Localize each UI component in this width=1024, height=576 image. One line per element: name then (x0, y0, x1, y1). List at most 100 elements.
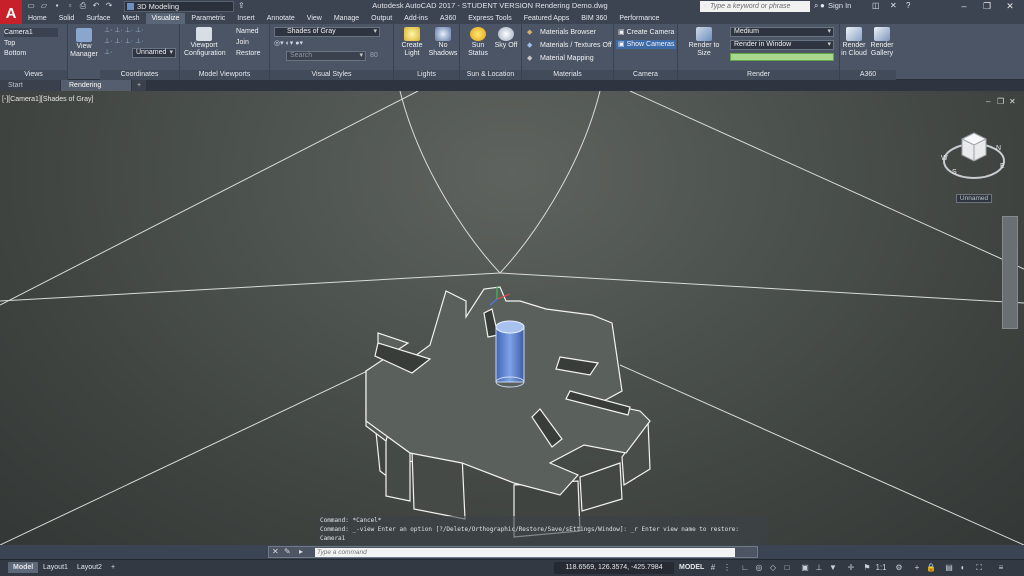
ribbon-tab-home[interactable]: Home (22, 13, 53, 24)
3dosnap-icon[interactable]: ▣ (800, 563, 810, 573)
ribbon-tab-annotate[interactable]: Annotate (261, 13, 301, 24)
drawing-viewport[interactable]: W E S N (0, 91, 1024, 545)
visual-style-search[interactable]: Search (286, 51, 366, 61)
sun-status-button[interactable]: Sun Status (464, 27, 492, 58)
open-icon[interactable]: ▱ (39, 1, 49, 11)
saveas-icon[interactable]: ▫ (65, 1, 75, 11)
create-camera-button[interactable]: ▣ Create Camera (618, 28, 674, 37)
cart-icon[interactable]: ◫ (872, 1, 880, 10)
close-command-icon[interactable]: ✕ (272, 547, 279, 556)
help-icon[interactable]: ? (906, 1, 910, 10)
show-cameras-button[interactable]: ▣ Show Cameras (616, 40, 677, 49)
ribbon-tab-performance[interactable]: Performance (613, 13, 665, 24)
hardware-acceleration-icon[interactable]: ▤ (944, 563, 954, 573)
command-input[interactable] (315, 548, 735, 557)
workspace-switcher[interactable]: 3D Modeling (124, 1, 234, 12)
ribbon-tab-parametric[interactable]: Parametric (185, 13, 231, 24)
ucs-dropdown[interactable]: Unnamed (132, 48, 176, 58)
material-mapping-dropdown[interactable]: Material Mapping (540, 54, 594, 63)
coordinates-readout[interactable]: 118.6569, 126.3574, -425.7984 (554, 562, 674, 574)
model-layout-tab[interactable]: Model (8, 562, 39, 573)
ribbon-tab-insert[interactable]: Insert (231, 13, 261, 24)
ribbon-tab-visualize[interactable]: Visualize (145, 13, 186, 24)
view-item-top[interactable]: Top (4, 39, 15, 48)
isodraft-icon[interactable]: ◇ (768, 563, 778, 573)
redo-icon[interactable]: ↷ (104, 1, 114, 11)
selection-filter-icon[interactable]: ▼ (828, 563, 838, 573)
new-icon[interactable]: ▭ (26, 1, 36, 11)
ribbon-tab-surface[interactable]: Surface (80, 13, 116, 24)
view-item-camera1[interactable]: Camera1 (4, 28, 58, 37)
model-space-button[interactable]: MODEL (674, 562, 709, 573)
ucs-icons-row-2[interactable]: ⊥· ⊥· ⊥· ⊥· (104, 37, 144, 46)
ribbon-tab-view[interactable]: View (301, 13, 328, 24)
render-exposure-slider[interactable] (730, 53, 834, 61)
file-tab-rendering-demo[interactable]: Rendering Demo* (61, 80, 131, 100)
search-input[interactable]: Type a keyword or phrase (700, 1, 810, 12)
search-go-icon[interactable]: ⌕ (814, 1, 818, 11)
layout1-tab[interactable]: Layout1 (38, 562, 73, 573)
file-tab-start[interactable]: Start (0, 80, 60, 91)
plot-icon[interactable]: ⎙ (78, 1, 88, 11)
maximize-button[interactable]: ❐ (975, 0, 999, 13)
navigation-bar[interactable] (1002, 216, 1018, 329)
ribbon-tab-express-tools[interactable]: Express Tools (462, 13, 517, 24)
viewcube-n[interactable]: N (996, 145, 1001, 152)
minimize-button[interactable]: – (952, 0, 976, 13)
add-layout-button[interactable]: + (106, 562, 120, 573)
exchange-icon[interactable]: ✕ (890, 1, 897, 10)
close-button[interactable]: ✕ (998, 0, 1022, 13)
layout2-tab[interactable]: Layout2 (72, 562, 107, 573)
undo-icon[interactable]: ↶ (91, 1, 101, 11)
viewport-close-icon[interactable]: ✕ (1009, 97, 1016, 106)
ribbon-tab-featured-apps[interactable]: Featured Apps (518, 13, 576, 24)
render-target-dropdown[interactable]: Render in Window (730, 40, 834, 50)
osnap-icon[interactable]: □ (782, 563, 792, 573)
lock-icon[interactable]: 🔒 (926, 563, 936, 573)
materials-browser-button[interactable]: Materials Browser (540, 28, 596, 37)
ribbon-tab-solid[interactable]: Solid (53, 13, 81, 24)
viewcube[interactable]: W E S N (940, 131, 1008, 183)
workspace-gear-icon[interactable]: ⚙ (894, 563, 904, 573)
dynamic-ucs-icon[interactable]: ⊥ (814, 563, 824, 573)
restore-button[interactable]: Restore (236, 49, 261, 58)
polar-icon[interactable]: ◎ (754, 563, 764, 573)
save-icon[interactable]: ▪ (52, 1, 62, 11)
wcs-menu[interactable]: Unnamed (956, 194, 992, 203)
viewport-minimize-icon[interactable]: – (986, 97, 990, 106)
clean-screen-icon[interactable]: ⛶ (974, 563, 984, 573)
viewcube-s[interactable]: S (952, 169, 957, 176)
no-shadows-button[interactable]: No Shadows (428, 27, 458, 58)
named-button[interactable]: Named (236, 27, 259, 36)
ribbon-tab-a360[interactable]: A360 (434, 13, 462, 24)
render-gallery-button[interactable]: Render Gallery (868, 27, 896, 58)
gizmo-icon[interactable]: ✛ (846, 563, 856, 573)
customization-menu-icon[interactable]: ≡ (996, 563, 1006, 573)
recent-commands-icon[interactable]: ▸ (299, 547, 303, 556)
viewcube-w[interactable]: W (941, 155, 948, 162)
render-in-cloud-button[interactable]: Render in Cloud (840, 27, 868, 58)
viewcube-e[interactable]: E (1000, 163, 1005, 170)
view-manager-button[interactable]: View Manager (70, 28, 98, 59)
render-to-size-button[interactable]: Render to Size (682, 27, 726, 58)
share-icon[interactable]: ⇪ (238, 1, 245, 10)
ribbon-tab-mesh[interactable]: Mesh (116, 13, 145, 24)
join-button[interactable]: Join (236, 38, 249, 47)
ribbon-tab-output[interactable]: Output (365, 13, 398, 24)
viewport-controls-label[interactable]: [-][Camera1][Shades of Gray] (2, 96, 93, 103)
annotation-visibility-icon[interactable]: ⚑ (862, 563, 872, 573)
create-light-button[interactable]: Create Light (398, 27, 426, 58)
view-item-bottom[interactable]: Bottom (4, 49, 26, 58)
snap-icon[interactable]: ⋮ (722, 563, 732, 573)
viewport-restore-icon[interactable]: ❐ (997, 97, 1004, 106)
sky-off-button[interactable]: Sky Off (492, 27, 520, 50)
plus-icon[interactable]: + (912, 563, 922, 573)
ucs-icon[interactable]: ⊥· (104, 48, 112, 57)
application-menu-button[interactable]: A (0, 0, 22, 26)
ortho-icon[interactable]: ∟ (740, 563, 750, 573)
ribbon-tab-add-ins[interactable]: Add-ins (398, 13, 434, 24)
ribbon-tab-manage[interactable]: Manage (328, 13, 365, 24)
isolate-objects-icon[interactable]: ◐ (958, 563, 968, 573)
new-tab-button[interactable]: + (132, 80, 146, 91)
grid-icon[interactable]: # (708, 563, 718, 573)
